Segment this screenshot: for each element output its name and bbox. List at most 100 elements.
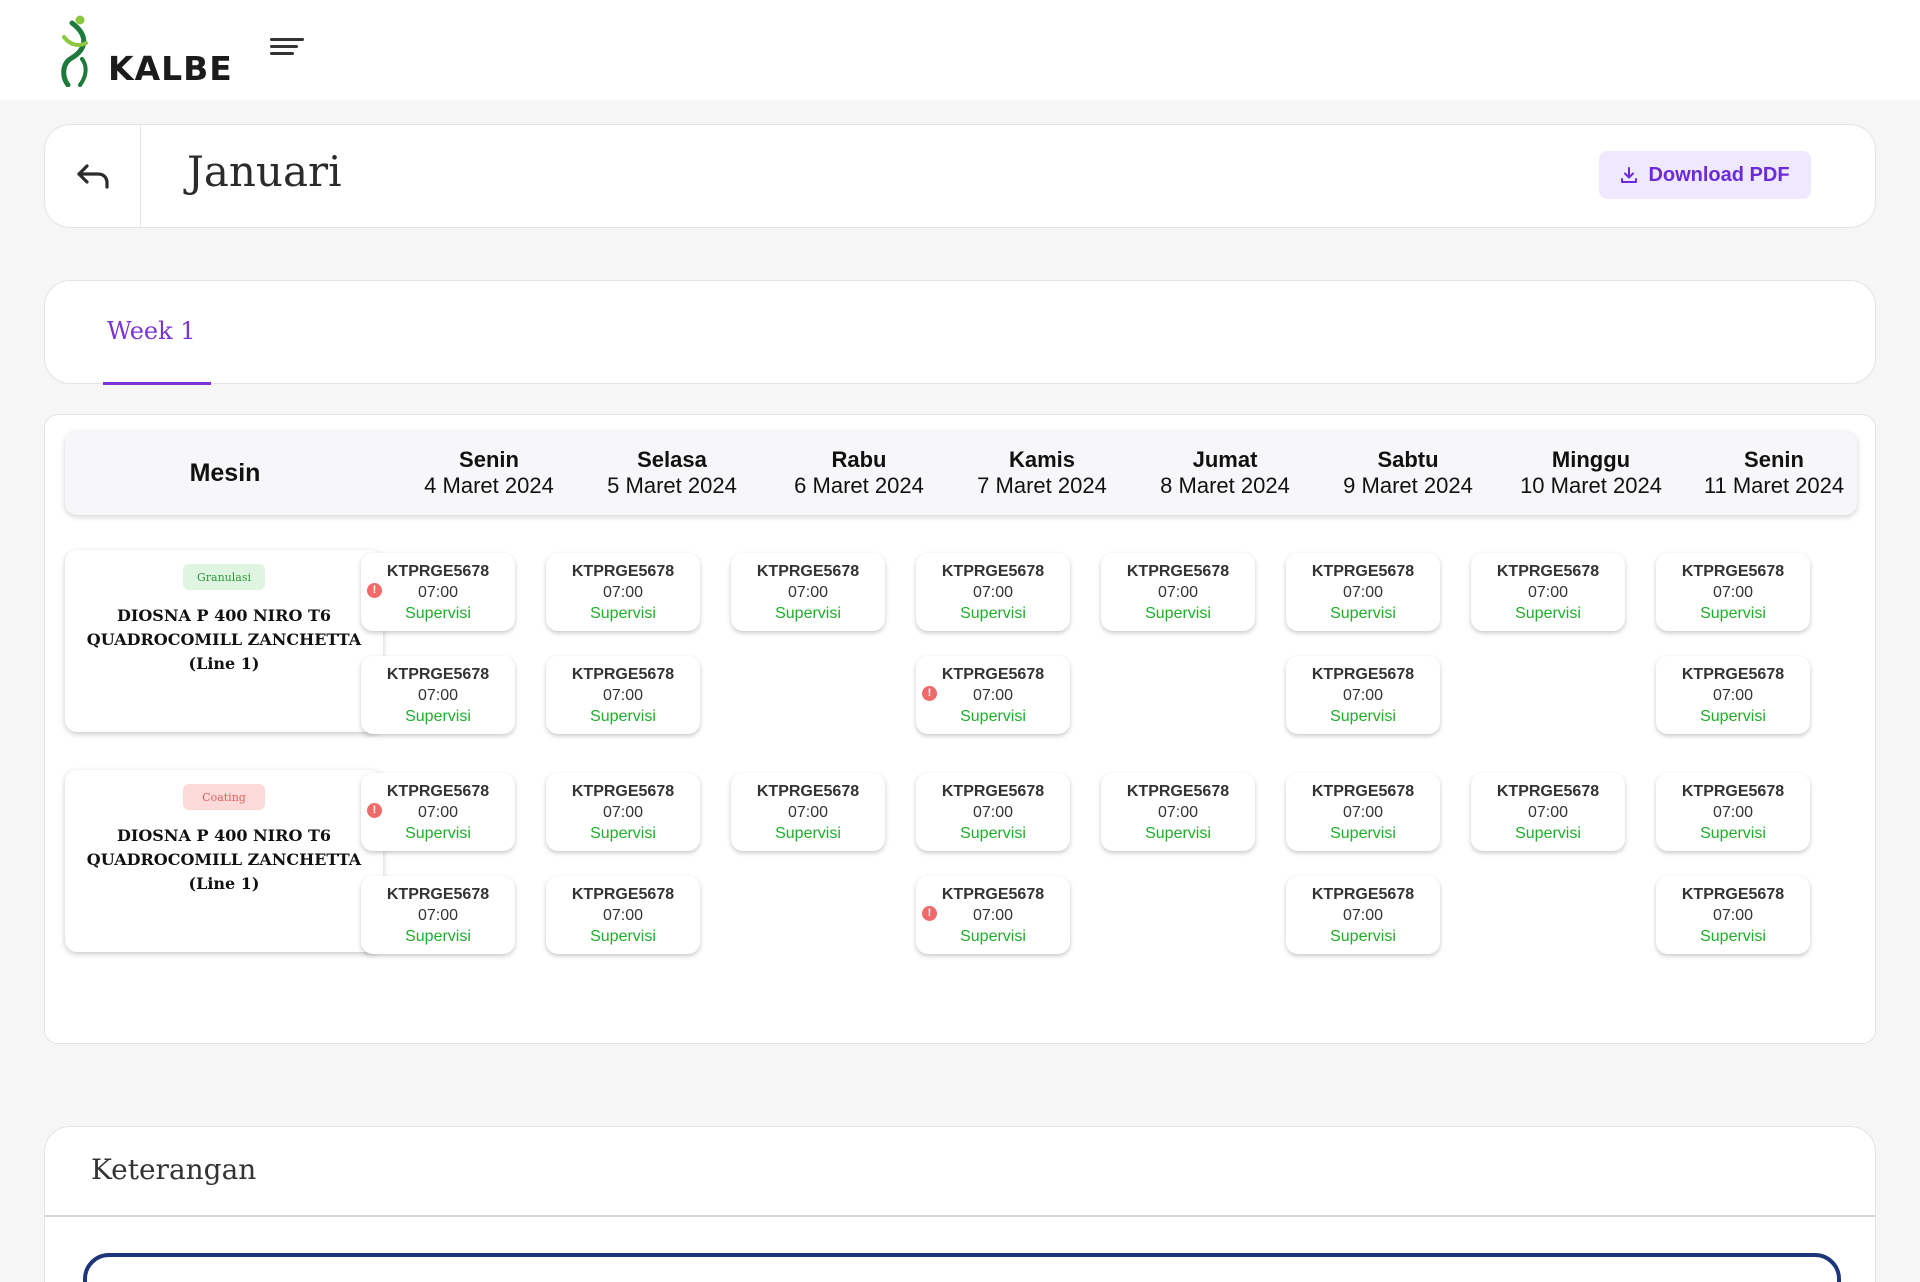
slot-code: KTPRGE5678 xyxy=(1311,783,1415,800)
back-button[interactable] xyxy=(45,125,141,227)
schedule-slot[interactable]: KTPRGE5678 07:00 Supervisi xyxy=(546,876,700,954)
schedule-slot[interactable]: KTPRGE5678 07:00 Supervisi xyxy=(916,553,1070,631)
schedule-slot[interactable]: KTPRGE5678 07:00 Supervisi xyxy=(1471,553,1625,631)
schedule-slot[interactable]: KTPRGE5678 07:00 Supervisi xyxy=(1286,656,1440,734)
slot-time: 07:00 xyxy=(417,907,459,924)
slot-status: Supervisi xyxy=(1700,825,1766,842)
alert-icon: ! xyxy=(367,583,382,598)
slot-time: 07:00 xyxy=(1342,584,1384,601)
slot-time: 07:00 xyxy=(787,584,829,601)
slot-code: KTPRGE5678 xyxy=(756,563,860,580)
slot-time: 07:00 xyxy=(1712,804,1754,821)
schedule-slot[interactable]: KTPRGE5678 07:00 Supervisi xyxy=(1101,773,1255,851)
machine-name: DIOSNA P 400 NIRO T6 QUADROCOMILL ZANCHE… xyxy=(86,606,362,673)
schedule-slot[interactable]: KTPRGE5678 07:00 Supervisi xyxy=(1286,876,1440,954)
day-header: Rabu 6 Maret 2024 xyxy=(769,447,949,499)
slot-code: KTPRGE5678 xyxy=(1496,563,1600,580)
schedule-slot[interactable]: KTPRGE5678 07:00 Supervisi xyxy=(546,656,700,734)
schedule-slot[interactable]: KTPRGE5678 07:00 Supervisi xyxy=(361,656,515,734)
schedule-slot[interactable]: KTPRGE5678 07:00 Supervisi xyxy=(1101,553,1255,631)
tab-week-1[interactable]: Week 1 xyxy=(103,281,211,385)
schedule-slot[interactable]: KTPRGE5678 07:00 Supervisi xyxy=(1656,656,1810,734)
slot-code: KTPRGE5678 xyxy=(941,563,1045,580)
schedule-slot[interactable]: KTPRGE5678 07:00 Supervisi xyxy=(1471,773,1625,851)
download-pdf-label: Download PDF xyxy=(1648,163,1790,186)
day-header: Senin 4 Maret 2024 xyxy=(399,447,579,499)
day-name: Selasa xyxy=(637,447,707,472)
machine-card[interactable]: Granulasi DIOSNA P 400 NIRO T6 QUADROCOMI… xyxy=(65,550,383,732)
week-tabs-card: Week 1 xyxy=(44,280,1876,385)
slot-time: 07:00 xyxy=(1342,907,1384,924)
slot-status: Supervisi xyxy=(405,825,471,842)
slot-status: Supervisi xyxy=(590,928,656,945)
slot-time: 07:00 xyxy=(972,584,1014,601)
slot-code: KTPRGE5678 xyxy=(1681,666,1785,683)
schedule-slot[interactable]: ! KTPRGE5678 07:00 Supervisi xyxy=(916,656,1070,734)
schedule-slot[interactable]: KTPRGE5678 07:00 Supervisi xyxy=(731,553,885,631)
schedule-slot[interactable]: KTPRGE5678 07:00 Supervisi xyxy=(1286,553,1440,631)
slot-code: KTPRGE5678 xyxy=(1311,886,1415,903)
day-date: 9 Maret 2024 xyxy=(1343,473,1473,498)
schedule-slot[interactable]: KTPRGE5678 07:00 Supervisi xyxy=(1656,553,1810,631)
slot-code: KTPRGE5678 xyxy=(1311,666,1415,683)
schedule-slot[interactable]: KTPRGE5678 07:00 Supervisi xyxy=(731,773,885,851)
slot-code: KTPRGE5678 xyxy=(1126,563,1230,580)
day-date: 8 Maret 2024 xyxy=(1160,473,1290,498)
page-header-card: Januari Download PDF xyxy=(44,124,1876,228)
machine-card[interactable]: Coating DIOSNA P 400 NIRO T6 QUADROCOMILL… xyxy=(65,770,383,952)
schedule-slot[interactable]: KTPRGE5678 07:00 Supervisi xyxy=(1656,773,1810,851)
schedule-slot[interactable]: KTPRGE5678 07:00 Supervisi xyxy=(361,876,515,954)
slot-status: Supervisi xyxy=(1330,605,1396,622)
schedule-slot[interactable]: KTPRGE5678 07:00 Supervisi xyxy=(1286,773,1440,851)
day-date: 11 Maret 2024 xyxy=(1703,473,1845,498)
download-pdf-button[interactable]: Download PDF xyxy=(1599,151,1811,199)
schedule-slot[interactable]: KTPRGE5678 07:00 Supervisi xyxy=(546,553,700,631)
active-tab-indicator xyxy=(103,382,211,385)
page-title: Januari xyxy=(187,147,342,196)
schedule-slot[interactable]: ! KTPRGE5678 07:00 Supervisi xyxy=(916,876,1070,954)
keterangan-card: Keterangan xyxy=(44,1126,1876,1282)
day-date: 5 Maret 2024 xyxy=(607,473,737,498)
day-name: Senin xyxy=(459,447,519,472)
tab-label: Week 1 xyxy=(107,317,196,345)
day-header: Kamis 7 Maret 2024 xyxy=(952,447,1132,499)
slot-time: 07:00 xyxy=(1712,584,1754,601)
slot-time: 07:00 xyxy=(417,687,459,704)
hamburger-icon[interactable] xyxy=(270,38,304,62)
slot-code: KTPRGE5678 xyxy=(386,783,490,800)
slot-status: Supervisi xyxy=(960,708,1026,725)
schedule-table: Mesin Senin 4 Maret 2024 Selasa 5 Maret 202… xyxy=(44,414,1876,1044)
slot-time: 07:00 xyxy=(787,804,829,821)
slot-time: 07:00 xyxy=(602,907,644,924)
slot-status: Supervisi xyxy=(590,708,656,725)
schedule-slot[interactable]: ! KTPRGE5678 07:00 Supervisi xyxy=(361,773,515,851)
top-navbar: KALBE xyxy=(0,0,1920,100)
download-icon xyxy=(1621,167,1638,183)
keterangan-legend-box xyxy=(83,1253,1841,1282)
slot-code: KTPRGE5678 xyxy=(571,886,675,903)
slot-code: KTPRGE5678 xyxy=(1311,563,1415,580)
kalbe-logo[interactable]: KALBE xyxy=(58,15,248,90)
day-name: Jumat xyxy=(1192,447,1258,472)
slot-code: KTPRGE5678 xyxy=(941,783,1045,800)
slot-status: Supervisi xyxy=(1700,605,1766,622)
schedule-slot[interactable]: KTPRGE5678 07:00 Supervisi xyxy=(916,773,1070,851)
day-name: Minggu xyxy=(1551,447,1631,472)
brand-name: KALBE xyxy=(108,49,233,88)
day-header: Selasa 5 Maret 2024 xyxy=(582,447,762,499)
day-header: Sabtu 9 Maret 2024 xyxy=(1318,447,1498,499)
slot-time: 07:00 xyxy=(602,804,644,821)
mesin-column-header: Mesin xyxy=(189,458,261,487)
back-arrow-icon xyxy=(76,164,109,189)
slot-status: Supervisi xyxy=(1330,928,1396,945)
slot-code: KTPRGE5678 xyxy=(386,886,490,903)
schedule-slot[interactable]: KTPRGE5678 07:00 Supervisi xyxy=(546,773,700,851)
slot-status: Supervisi xyxy=(1145,825,1211,842)
slot-code: KTPRGE5678 xyxy=(941,886,1045,903)
schedule-slot[interactable]: ! KTPRGE5678 07:00 Supervisi xyxy=(361,553,515,631)
slot-code: KTPRGE5678 xyxy=(1496,783,1600,800)
schedule-slot[interactable]: KTPRGE5678 07:00 Supervisi xyxy=(1656,876,1810,954)
slot-status: Supervisi xyxy=(590,825,656,842)
slot-status: Supervisi xyxy=(960,825,1026,842)
slot-time: 07:00 xyxy=(1342,687,1384,704)
